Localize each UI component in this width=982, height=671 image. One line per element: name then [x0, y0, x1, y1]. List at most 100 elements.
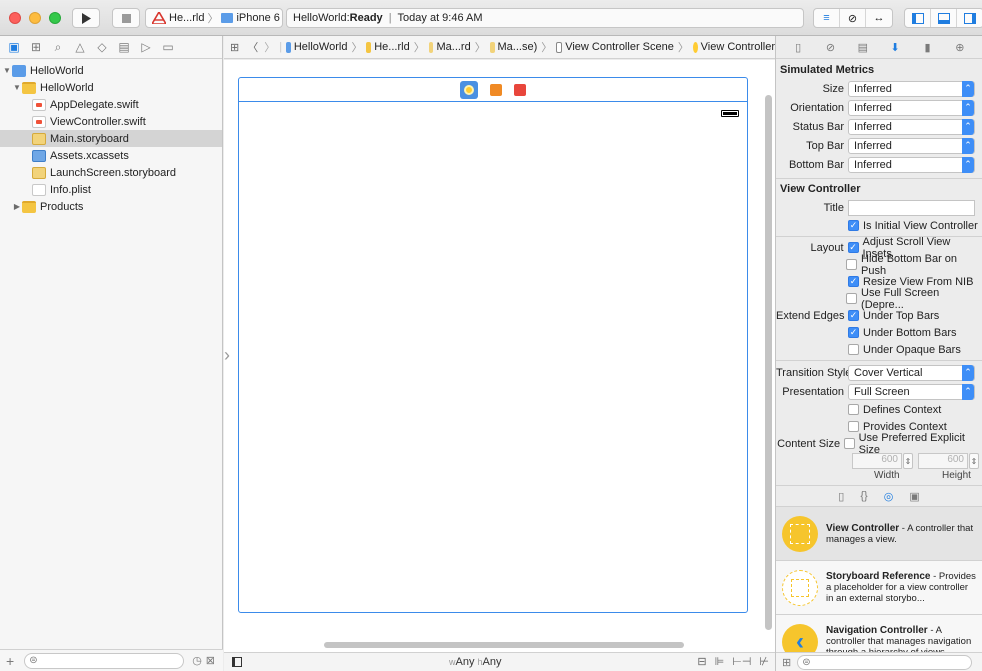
stop-button[interactable] [112, 8, 140, 28]
recent-files-icon[interactable]: ◷ [192, 654, 202, 667]
under-opaque-bars-checkbox[interactable] [848, 344, 859, 355]
size-popup[interactable]: Inferred [848, 80, 975, 97]
stack-icon[interactable]: ⊟ [697, 655, 706, 668]
resolve-icon[interactable]: ⊬ [759, 655, 769, 668]
breakpoint-navigator-icon[interactable]: ▷ [138, 39, 154, 55]
tree-item-project[interactable]: ▼ HelloWorld [0, 62, 222, 79]
minimize-window-button[interactable] [29, 12, 41, 24]
is-initial-label: Is Initial View Controller [863, 219, 978, 232]
storyboard-canvas[interactable]: › [224, 60, 775, 652]
grid-view-icon[interactable]: ⊞ [782, 656, 791, 669]
folder-icon [22, 200, 36, 213]
tree-item-file[interactable]: ViewController.swift [0, 113, 222, 130]
bottom-bar-popup[interactable]: Inferred [848, 156, 975, 173]
disclosure-open-icon[interactable]: ▼ [2, 66, 12, 75]
disclosure-closed-icon[interactable]: ▶ [12, 202, 22, 211]
tree-item-file[interactable]: Assets.xcassets [0, 147, 222, 164]
connections-inspector-icon[interactable]: ⊕ [952, 41, 968, 54]
vertical-scrollbar[interactable] [765, 95, 772, 630]
height-stepper[interactable]: ⇕ [969, 453, 979, 469]
defines-context-checkbox[interactable] [848, 404, 859, 415]
storyboard-icon [32, 132, 46, 145]
resize-from-nib-checkbox[interactable]: ✓ [848, 276, 859, 287]
breadcrumb-scene[interactable]: View Controller Scene [565, 41, 674, 53]
initial-entry-arrow-icon[interactable]: › [224, 345, 234, 365]
breadcrumb-group[interactable]: He...rld [374, 41, 409, 53]
height-field[interactable]: 600 [918, 453, 968, 469]
provides-context-checkbox[interactable] [848, 421, 859, 432]
breadcrumb-view-controller[interactable]: View Controller [701, 41, 775, 53]
adjust-insets-checkbox[interactable]: ✓ [847, 242, 859, 253]
version-editor-icon[interactable]: ↔ [866, 9, 892, 27]
file-template-icon[interactable]: ▯ [838, 490, 844, 503]
standard-editor-icon[interactable]: ≡ [814, 9, 840, 27]
related-items-icon[interactable]: ⊞ [230, 41, 239, 54]
under-bottom-bars-checkbox[interactable]: ✓ [848, 327, 859, 338]
quick-help-icon[interactable]: ⊘ [822, 41, 838, 54]
close-window-button[interactable] [9, 12, 21, 24]
title-field[interactable] [848, 199, 975, 216]
debug-navigator-icon[interactable]: ▤ [116, 39, 132, 55]
run-button[interactable] [72, 8, 100, 28]
breadcrumb-base[interactable]: Ma...se) [498, 41, 538, 53]
horizontal-scrollbar[interactable] [324, 642, 684, 648]
library-item[interactable]: Storyboard Reference - Provides a placeh… [776, 561, 982, 615]
width-field[interactable]: 600 [852, 453, 902, 469]
first-responder-icon[interactable] [490, 83, 502, 96]
document-outline-toggle-icon[interactable] [232, 657, 242, 667]
file-inspector-icon[interactable]: ▯ [790, 41, 806, 54]
view-controller-icon[interactable] [460, 80, 478, 99]
library-filter-field[interactable]: ⊜ [797, 654, 973, 670]
zoom-window-button[interactable] [49, 12, 61, 24]
back-icon[interactable]: 〈 [247, 39, 258, 55]
library-item[interactable]: View Controller - A controller that mana… [776, 507, 982, 561]
under-top-bars-checkbox[interactable]: ✓ [848, 310, 859, 321]
tree-item-group[interactable]: ▶ Products [0, 198, 222, 215]
exit-icon[interactable] [514, 83, 526, 96]
test-navigator-icon[interactable]: ◇ [94, 39, 110, 55]
tree-item-file[interactable]: Main.storyboard [0, 130, 222, 147]
add-icon[interactable]: + [6, 653, 14, 669]
size-inspector-icon[interactable]: ▮ [919, 41, 935, 54]
assistant-editor-icon[interactable]: ⊘ [840, 9, 866, 27]
tree-item-group[interactable]: ▼ HelloWorld [0, 79, 222, 96]
media-library-icon[interactable]: ▣ [909, 490, 919, 503]
issue-navigator-icon[interactable]: △ [72, 39, 88, 55]
preferred-size-checkbox[interactable] [844, 438, 855, 449]
report-navigator-icon[interactable]: ▭ [160, 39, 176, 55]
view-controller-scene[interactable] [238, 77, 748, 613]
code-snippet-icon[interactable]: {} [860, 490, 867, 502]
symbol-navigator-icon[interactable]: ⊞ [28, 39, 44, 55]
top-bar-popup[interactable]: Inferred [848, 137, 975, 154]
attributes-inspector-icon[interactable]: ⬇ [887, 41, 903, 54]
full-screen-checkbox[interactable] [846, 293, 858, 304]
tree-item-file[interactable]: AppDelegate.swift [0, 96, 222, 113]
disclosure-open-icon[interactable]: ▼ [12, 83, 22, 92]
width-stepper[interactable]: ⇕ [903, 453, 913, 469]
breadcrumb-project[interactable]: HelloWorld [294, 41, 348, 53]
object-library-icon[interactable]: ◎ [884, 490, 894, 503]
navigator-toggle-icon[interactable] [905, 9, 931, 27]
breadcrumb-file[interactable]: Ma...rd [436, 41, 470, 53]
tree-item-file[interactable]: Info.plist [0, 181, 222, 198]
scm-status-icon[interactable]: ⊠ [206, 654, 215, 667]
hide-bottom-bar-checkbox[interactable] [846, 259, 858, 270]
size-class-selector[interactable]: wAny hAny [449, 656, 502, 668]
utilities-toggle-icon[interactable] [957, 9, 982, 27]
status-bar-popup[interactable]: Inferred [848, 118, 975, 135]
tree-item-file[interactable]: LaunchScreen.storyboard [0, 164, 222, 181]
transition-popup[interactable]: Cover Vertical [848, 364, 975, 381]
project-navigator-icon[interactable]: ▣ [6, 39, 22, 55]
scheme-selector[interactable]: He...rld 〉 iPhone 6 [145, 8, 283, 28]
is-initial-checkbox[interactable]: ✓ [848, 220, 859, 231]
navigator-tabs: ▣ ⊞ ⌕ △ ◇ ▤ ▷ ▭ [0, 36, 222, 59]
align-icon[interactable]: ⊫ [715, 655, 725, 668]
find-navigator-icon[interactable]: ⌕ [50, 39, 66, 55]
forward-icon[interactable]: 〉 [264, 39, 275, 55]
navigator-filter-field[interactable]: ⊜ [24, 652, 185, 669]
orientation-popup[interactable]: Inferred [848, 99, 975, 116]
pin-icon[interactable]: ⊢⊣ [732, 655, 751, 668]
presentation-popup[interactable]: Full Screen [848, 383, 975, 400]
identity-inspector-icon[interactable]: ▤ [855, 41, 871, 54]
debug-toggle-icon[interactable] [931, 9, 957, 27]
